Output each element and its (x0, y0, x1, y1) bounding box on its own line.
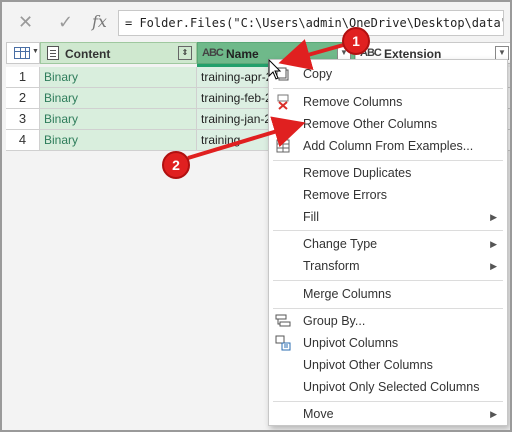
menu-item-fill[interactable]: Fill ▶ (269, 206, 507, 228)
menu-item-label: Change Type (303, 237, 378, 251)
formula-input[interactable]: = Folder.Files("C:\Users\admin\OneDrive\… (118, 10, 504, 36)
group-by-icon (275, 313, 291, 329)
menu-item-label: Merge Columns (303, 287, 392, 301)
add-column-icon (275, 138, 291, 154)
chevron-right-icon: ▶ (490, 212, 497, 222)
row-number: 3 (6, 109, 40, 130)
chevron-down-icon: ▼ (32, 48, 39, 55)
menu-item-label: Fill (303, 210, 319, 224)
menu-separator (273, 160, 503, 161)
menu-separator (273, 88, 503, 89)
annotation-badge-1: 1 (342, 27, 370, 55)
menu-item-label: Unpivot Columns (303, 336, 399, 350)
menu-item-label: Remove Other Columns (303, 117, 438, 131)
menu-item-change-type[interactable]: Change Type ▶ (269, 233, 507, 255)
menu-separator (273, 401, 503, 402)
menu-item-transform[interactable]: Transform ▶ (269, 255, 507, 277)
column-header-label: Name (226, 47, 259, 61)
formula-bar: ✕ ✓ fx = Folder.Files("C:\Users\admin\On… (4, 4, 508, 40)
row-number: 4 (6, 130, 40, 151)
cell-content[interactable]: Binary (40, 67, 197, 88)
menu-item-label: Copy (303, 67, 333, 81)
annotation-badge-2: 2 (162, 151, 190, 179)
menu-item-label: Remove Errors (303, 188, 388, 202)
cell-content[interactable]: Binary (40, 109, 197, 130)
menu-separator (273, 280, 503, 281)
text-type-icon: ABC (202, 47, 224, 59)
cell-content[interactable]: Binary (40, 130, 197, 151)
menu-item-remove-other-columns[interactable]: Remove Other Columns (269, 113, 507, 135)
menu-item-label: Move (303, 407, 334, 421)
menu-item-label: Group By... (303, 314, 366, 328)
menu-item-unpivot-other-columns[interactable]: Unpivot Other Columns (269, 354, 507, 376)
copy-icon (275, 66, 291, 82)
fx-icon[interactable]: fx (92, 12, 107, 32)
menu-item-label: Remove Columns (303, 95, 403, 109)
chevron-right-icon: ▶ (490, 409, 497, 419)
menu-item-group-by[interactable]: Group By... (269, 310, 507, 332)
row-number: 1 (6, 67, 40, 88)
binary-doc-icon (47, 46, 59, 60)
remove-columns-icon (275, 94, 291, 110)
cell-content[interactable]: Binary (40, 88, 197, 109)
menu-item-copy[interactable]: Copy (269, 63, 507, 85)
menu-item-merge-columns[interactable]: Merge Columns (269, 283, 507, 305)
menu-item-label: Unpivot Only Selected Columns (303, 380, 480, 394)
menu-item-move[interactable]: Move ▶ (269, 403, 507, 425)
table-icon (14, 47, 30, 59)
menu-item-remove-errors[interactable]: Remove Errors (269, 184, 507, 206)
menu-item-label: Add Column From Examples... (303, 139, 474, 153)
column-context-menu: Copy Remove Columns Remove Other Columns… (268, 59, 508, 426)
column-header-label: Content (65, 47, 111, 61)
menu-item-unpivot-columns[interactable]: Unpivot Columns (269, 332, 507, 354)
close-icon[interactable]: ✕ (18, 12, 33, 32)
column-header-content[interactable]: Content ⇕ (40, 42, 197, 64)
chevron-right-icon: ▶ (490, 239, 497, 249)
expand-column-icon[interactable]: ⇕ (178, 46, 192, 60)
menu-item-add-column-from-examples[interactable]: Add Column From Examples... (269, 135, 507, 157)
menu-item-label: Unpivot Other Columns (303, 358, 433, 372)
menu-separator (273, 230, 503, 231)
menu-separator (273, 308, 503, 309)
unpivot-icon (275, 335, 291, 351)
menu-item-remove-columns[interactable]: Remove Columns (269, 91, 507, 113)
row-number: 2 (6, 88, 40, 109)
power-query-window: ✕ ✓ fx = Folder.Files("C:\Users\admin\On… (0, 0, 512, 432)
table-menu-button[interactable]: ▼ (6, 42, 40, 64)
check-icon[interactable]: ✓ (58, 12, 73, 32)
filter-dropdown-icon[interactable]: ▼ (495, 46, 509, 60)
menu-item-label: Transform (303, 259, 360, 273)
chevron-right-icon: ▶ (490, 261, 497, 271)
menu-item-remove-duplicates[interactable]: Remove Duplicates (269, 162, 507, 184)
menu-item-label: Remove Duplicates (303, 166, 412, 180)
menu-item-unpivot-only-selected-columns[interactable]: Unpivot Only Selected Columns (269, 376, 507, 398)
